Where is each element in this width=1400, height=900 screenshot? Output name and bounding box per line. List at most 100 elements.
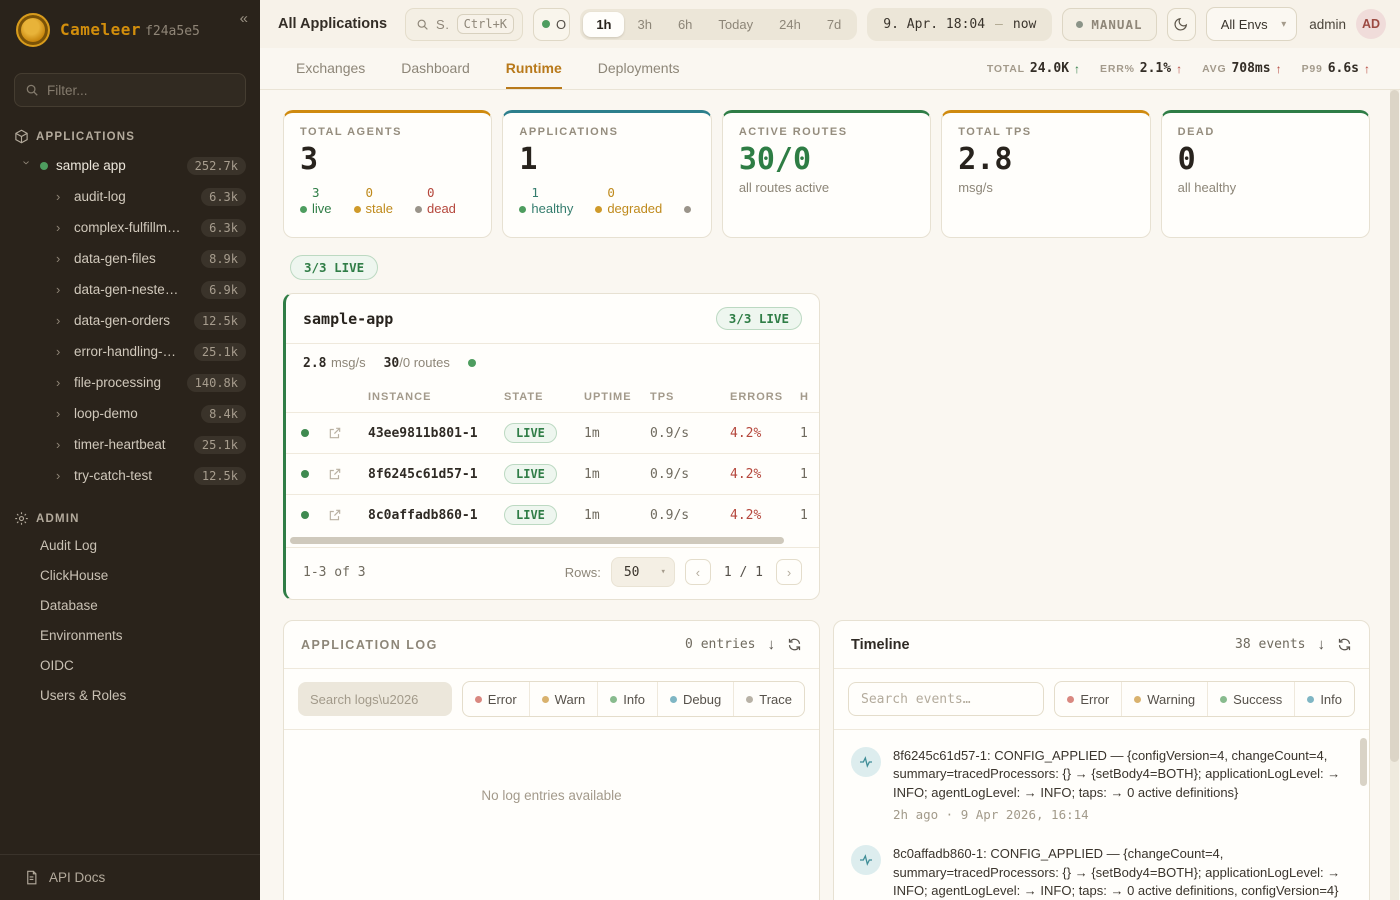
- sidebar-item-clickhouse[interactable]: ClickHouse: [0, 562, 260, 592]
- time-range-7d[interactable]: 7d: [814, 12, 854, 37]
- filter-chip-warning[interactable]: Warning: [1121, 682, 1207, 716]
- filter-chip-error[interactable]: Error: [463, 682, 529, 716]
- timeline-event[interactable]: 8c0affadb860-1: CONFIG_APPLIED — {change…: [851, 832, 1349, 900]
- info-dot: [1307, 696, 1314, 703]
- tab-deployments[interactable]: Deployments: [598, 48, 680, 89]
- manual-refresh-toggle[interactable]: MANUAL: [1062, 8, 1156, 41]
- timeline-search-input[interactable]: [861, 692, 1031, 707]
- sidebar-route-loop-demo[interactable]: › loop-demo 8.4k: [0, 398, 260, 429]
- status-dot: [542, 20, 550, 28]
- chevron-right-icon[interactable]: ›: [56, 344, 66, 359]
- time-range-1h[interactable]: 1h: [583, 12, 624, 37]
- external-link-icon[interactable]: [328, 467, 342, 481]
- sidebar-route-try-catch-test[interactable]: › try-catch-test 12.5k: [0, 460, 260, 491]
- chevron-right-icon[interactable]: ›: [56, 437, 66, 452]
- sidebar-item-database[interactable]: Database: [0, 592, 260, 622]
- avatar[interactable]: AD: [1356, 9, 1386, 39]
- download-icon[interactable]: ↓: [1318, 636, 1326, 653]
- sidebar-filter[interactable]: [14, 73, 246, 107]
- chevron-right-icon[interactable]: ›: [56, 189, 66, 204]
- sidebar-item-users-roles[interactable]: Users & Roles: [0, 682, 260, 712]
- log-search[interactable]: [298, 682, 452, 716]
- sidebar-route-timer-heartbeat[interactable]: › timer-heartbeat 25.1k: [0, 429, 260, 460]
- sidebar-route-data-gen-files[interactable]: › data-gen-files 8.9k: [0, 243, 260, 274]
- filter-chip-trace[interactable]: Trace: [733, 682, 804, 716]
- tab-runtime[interactable]: Runtime: [506, 48, 562, 89]
- refresh-icon[interactable]: [787, 637, 802, 652]
- refresh-icon[interactable]: [1337, 637, 1352, 652]
- theme-toggle-button[interactable]: [1167, 8, 1196, 41]
- table-row[interactable]: 8c0affadb860-1 LIVE 1m 0.9/s 4.2% 1: [286, 495, 819, 536]
- warning-dot: [1134, 696, 1141, 703]
- external-link-icon[interactable]: [328, 508, 342, 522]
- count-badge: 12.5k: [194, 312, 246, 330]
- stat-p99: P99 6.6s ↑: [1302, 61, 1370, 76]
- sidebar-item-sample-app[interactable]: › sample app 252.7k: [0, 150, 260, 181]
- filter-chip-error[interactable]: Error: [1055, 682, 1121, 716]
- sidebar-route-audit-log[interactable]: › audit-log 6.3k: [0, 181, 260, 212]
- chevron-right-icon[interactable]: ›: [56, 251, 66, 266]
- date-range-display[interactable]: 9. Apr. 18:04 — now: [867, 8, 1052, 41]
- live-summary-chip[interactable]: 3/3 LIVE: [290, 255, 378, 280]
- manual-dot: [1076, 21, 1083, 28]
- timeline-scrollbar[interactable]: [1360, 738, 1367, 786]
- table-row[interactable]: 8f6245c61d57-1 LIVE 1m 0.9/s 4.2% 1: [286, 454, 819, 495]
- sidebar-route-error-handling[interactable]: › error-handling-… 25.1k: [0, 336, 260, 367]
- card-total-agents: TOTAL AGENTS 3 3live 0stale 0dead: [283, 110, 492, 238]
- chevron-right-icon[interactable]: ›: [56, 468, 66, 483]
- pagination-range: 1-3 of 3: [303, 565, 555, 580]
- next-page-button[interactable]: ›: [776, 559, 802, 585]
- heap-cell: 1: [796, 495, 819, 536]
- filter-chip-warn[interactable]: Warn: [529, 682, 598, 716]
- log-search-input[interactable]: [310, 692, 440, 707]
- search-placeholder-text: S…: [436, 17, 450, 32]
- connection-status-chip[interactable]: O: [533, 8, 570, 41]
- sidebar-filter-input[interactable]: [47, 83, 235, 98]
- rows-per-page-select[interactable]: 50 ▾: [611, 557, 675, 587]
- filter-chip-success[interactable]: Success: [1207, 682, 1294, 716]
- moon-icon: [1173, 16, 1189, 32]
- info-dot: [610, 696, 617, 703]
- page-scrollbar[interactable]: [1390, 90, 1399, 900]
- table-horizontal-scrollbar[interactable]: [290, 537, 815, 545]
- global-search[interactable]: S… Ctrl+K: [405, 8, 523, 41]
- chevron-right-icon[interactable]: ›: [56, 375, 66, 390]
- prev-page-button[interactable]: ‹: [685, 559, 711, 585]
- chevron-right-icon[interactable]: ›: [56, 406, 66, 421]
- chevron-right-icon[interactable]: ›: [56, 282, 66, 297]
- filter-chip-debug[interactable]: Debug: [657, 682, 733, 716]
- sidebar-route-data-gen-neste[interactable]: › data-gen-neste… 6.9k: [0, 274, 260, 305]
- chevron-down-icon[interactable]: ›: [20, 161, 35, 171]
- time-range-3h[interactable]: 3h: [624, 12, 664, 37]
- external-link-icon[interactable]: [328, 426, 342, 440]
- sidebar-collapse-icon[interactable]: «: [240, 10, 248, 27]
- time-range-6h[interactable]: 6h: [665, 12, 705, 37]
- chevron-right-icon[interactable]: ›: [56, 313, 66, 328]
- table-row[interactable]: 43ee9811b801-1 LIVE 1m 0.9/s 4.2% 1: [286, 413, 819, 454]
- timeline-event[interactable]: 8f6245c61d57-1: CONFIG_APPLIED — {config…: [851, 734, 1349, 832]
- time-range-today[interactable]: Today: [705, 12, 766, 37]
- timeline-search[interactable]: [848, 682, 1044, 716]
- tab-dashboard[interactable]: Dashboard: [401, 48, 470, 89]
- applications-section-header: APPLICATIONS: [0, 123, 260, 150]
- sidebar-route-complex-fulfillm[interactable]: › complex-fulfillm… 6.3k: [0, 212, 260, 243]
- api-docs-link[interactable]: API Docs: [0, 854, 260, 900]
- main-area: All Applications S… Ctrl+K O 1h 3h 6h To…: [260, 0, 1400, 900]
- filter-chip-info[interactable]: Info: [1294, 682, 1354, 716]
- log-empty-state: No log entries available: [284, 730, 819, 803]
- sidebar-item-audit-log[interactable]: Audit Log: [0, 532, 260, 562]
- environment-select[interactable]: All Envs ▾: [1206, 7, 1298, 41]
- sidebar-route-data-gen-orders[interactable]: › data-gen-orders 12.5k: [0, 305, 260, 336]
- sidebar-item-environments[interactable]: Environments: [0, 622, 260, 652]
- chevron-right-icon[interactable]: ›: [56, 220, 66, 235]
- tab-exchanges[interactable]: Exchanges: [296, 48, 365, 89]
- arrow-up-icon: ↑: [1074, 62, 1080, 76]
- substat-healthy: 1healthy: [519, 185, 573, 217]
- sidebar-route-file-processing[interactable]: › file-processing 140.8k: [0, 367, 260, 398]
- filter-chip-info[interactable]: Info: [597, 682, 657, 716]
- sidebar-item-oidc[interactable]: OIDC: [0, 652, 260, 682]
- state-badge: LIVE: [504, 464, 557, 484]
- instances-table: INSTANCE STATE UPTIME TPS ERRORS H: [286, 382, 819, 535]
- download-icon[interactable]: ↓: [768, 636, 776, 653]
- time-range-24h[interactable]: 24h: [766, 12, 814, 37]
